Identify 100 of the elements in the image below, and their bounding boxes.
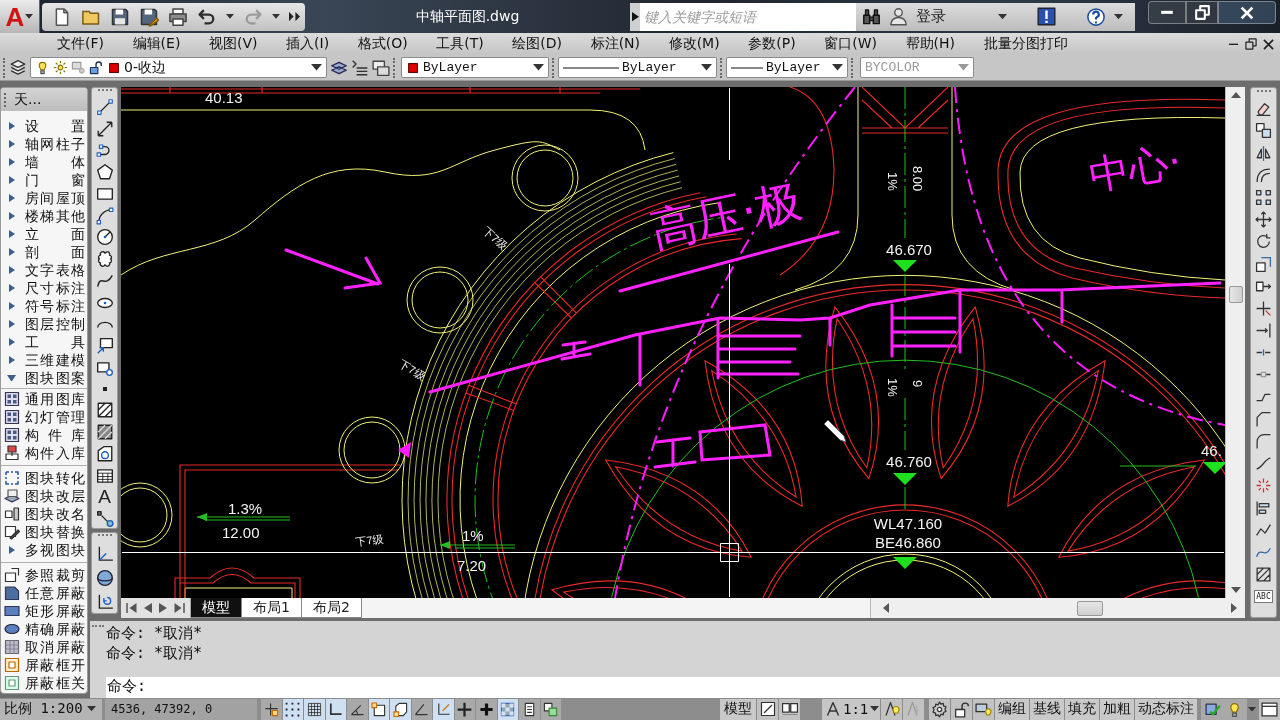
last-page-icon[interactable] bbox=[174, 603, 185, 613]
scroll-thumb[interactable] bbox=[1228, 286, 1243, 303]
explode-icon[interactable] bbox=[1255, 477, 1272, 495]
sidebar-item[interactable]: 图层控制 bbox=[1, 315, 87, 333]
edit-hatch-icon[interactable] bbox=[1255, 566, 1272, 584]
sidebar-item[interactable]: 剖 面 bbox=[1, 243, 87, 261]
scale-selector[interactable]: 比例 1:200 bbox=[0, 698, 102, 720]
caret-right-icon[interactable] bbox=[8, 338, 15, 346]
arc-icon[interactable] bbox=[95, 206, 114, 225]
status-toggle[interactable] bbox=[540, 698, 561, 720]
scroll-left-icon[interactable] bbox=[883, 603, 889, 613]
color-dropdown[interactable]: ByLayer bbox=[401, 57, 549, 78]
trim-icon[interactable] bbox=[1255, 299, 1272, 317]
layout-tab[interactable]: 布局2 bbox=[301, 598, 362, 618]
sidebar-item[interactable]: 构 件 库 bbox=[1, 426, 87, 444]
vertical-scrollbar[interactable] bbox=[1225, 87, 1245, 598]
model-button[interactable]: 模型 bbox=[720, 698, 756, 720]
annotation-scale-button[interactable]: 1:1 bbox=[822, 698, 880, 720]
status-toggle[interactable] bbox=[519, 698, 540, 720]
sidebar-item[interactable]: 房间屋顶 bbox=[1, 189, 87, 207]
caret-right-icon[interactable] bbox=[8, 302, 15, 310]
sidebar-item[interactable]: 图块改名 bbox=[1, 505, 87, 523]
extend-icon[interactable] bbox=[1255, 322, 1272, 340]
sidebar-item[interactable]: 墙 体 bbox=[1, 153, 87, 171]
status-toggle[interactable] bbox=[347, 698, 368, 720]
sidebar-item[interactable]: 图块改层 bbox=[1, 487, 87, 505]
search-field[interactable]: 键入关键字或短语 bbox=[640, 2, 856, 31]
menu-item[interactable]: 帮助(H) bbox=[905, 35, 956, 53]
layer-stack-icon[interactable] bbox=[9, 58, 27, 77]
exclamation-icon[interactable] bbox=[1037, 7, 1056, 26]
table-icon[interactable] bbox=[95, 466, 114, 485]
caret-right-icon[interactable] bbox=[8, 194, 15, 202]
sidebar-item[interactable]: 精确屏蔽 bbox=[1, 620, 87, 638]
block-insert-icon[interactable] bbox=[95, 337, 114, 355]
grip-handle[interactable] bbox=[393, 57, 396, 78]
pentagon-icon[interactable] bbox=[95, 163, 114, 181]
minimize-icon[interactable] bbox=[1228, 42, 1239, 46]
add-selected-icon[interactable] bbox=[95, 510, 114, 528]
binoculars-icon[interactable] bbox=[862, 7, 881, 26]
overlapping-windows-icon[interactable] bbox=[372, 58, 390, 77]
caret-right-icon[interactable] bbox=[9, 546, 15, 554]
minimize-button[interactable] bbox=[1148, 1, 1186, 24]
printer-icon[interactable] bbox=[168, 6, 188, 27]
orbit-sphere-icon[interactable] bbox=[95, 569, 114, 587]
hatch-icon[interactable] bbox=[95, 401, 114, 420]
chamfer-icon[interactable] bbox=[1255, 410, 1272, 428]
menu-item[interactable]: 编辑(E) bbox=[132, 35, 181, 53]
status-toggle[interactable] bbox=[325, 698, 346, 720]
caret-right-icon[interactable] bbox=[8, 158, 15, 166]
triangle-bulb-icon[interactable] bbox=[883, 701, 900, 717]
chevron-lines-icon[interactable] bbox=[351, 58, 369, 77]
array-grid-icon[interactable] bbox=[1255, 188, 1272, 206]
status-toggle[interactable] bbox=[454, 698, 475, 720]
sidebar-item[interactable]: 图块转化 bbox=[1, 465, 87, 487]
caret-down-icon[interactable] bbox=[272, 14, 280, 19]
mirror-icon[interactable] bbox=[1255, 144, 1272, 162]
grip-handle[interactable] bbox=[3, 57, 6, 78]
help-icon[interactable] bbox=[1086, 6, 1106, 27]
sidebar-item[interactable]: 文字表格 bbox=[1, 261, 87, 279]
previous-icon[interactable] bbox=[144, 603, 152, 613]
next-icon[interactable] bbox=[159, 603, 167, 613]
menu-item[interactable]: 插入(I) bbox=[286, 35, 330, 53]
floppy-pencil-icon[interactable] bbox=[139, 6, 159, 27]
sidebar-item[interactable]: 矩形屏蔽 bbox=[1, 602, 87, 620]
status-toggle[interactable] bbox=[368, 698, 389, 720]
status-button[interactable]: 编组 bbox=[995, 698, 1029, 720]
sidebar-item[interactable]: 立 面 bbox=[1, 225, 87, 243]
text-tool-button[interactable]: A bbox=[98, 488, 111, 507]
status-button[interactable]: 动态标注 bbox=[1135, 698, 1197, 720]
user-icon[interactable] bbox=[889, 7, 908, 26]
scroll-down-icon[interactable] bbox=[1230, 587, 1241, 593]
status-button[interactable]: 基线 bbox=[1030, 698, 1064, 720]
gradient-icon[interactable] bbox=[95, 423, 114, 441]
circle-icon[interactable] bbox=[95, 228, 114, 247]
caret-down-icon[interactable] bbox=[226, 14, 234, 19]
lineweight-dropdown[interactable]: ByLayer bbox=[726, 57, 848, 78]
scroll-right-icon[interactable] bbox=[1231, 603, 1237, 613]
sidebar-item[interactable]: 构件入库 bbox=[1, 444, 87, 462]
first-page-icon[interactable] bbox=[126, 603, 137, 613]
sidebar-item[interactable]: 轴网柱子 bbox=[1, 135, 87, 153]
layer-dropdown[interactable]: 0-收边 bbox=[30, 57, 327, 78]
horizontal-scrollbar[interactable] bbox=[870, 598, 1245, 618]
sidebar-item[interactable]: 门 窗 bbox=[1, 171, 87, 189]
double-chevron-icon[interactable] bbox=[289, 11, 300, 22]
copy-objects-icon[interactable] bbox=[1255, 122, 1272, 140]
fillet-icon[interactable] bbox=[1255, 433, 1272, 450]
sidebar-item[interactable]: 设 置 bbox=[1, 117, 87, 135]
status-toggle[interactable] bbox=[390, 698, 411, 720]
padlock-icon[interactable] bbox=[953, 700, 970, 718]
cloud-icon[interactable] bbox=[95, 250, 114, 268]
caret-right-icon[interactable] bbox=[8, 356, 15, 364]
restore-icon[interactable] bbox=[1245, 38, 1257, 50]
sidebar-item[interactable]: 参照裁剪 bbox=[1, 562, 87, 584]
menu-item[interactable]: 窗口(W) bbox=[824, 35, 877, 53]
status-toggle[interactable] bbox=[476, 698, 497, 720]
layout-tab[interactable]: 模型 bbox=[191, 598, 242, 618]
caret-right-icon[interactable] bbox=[8, 266, 15, 274]
move-arrows-icon[interactable] bbox=[1255, 211, 1272, 229]
sidebar-item[interactable]: 屏蔽框关 bbox=[1, 674, 87, 692]
caret-right-icon[interactable] bbox=[8, 248, 15, 256]
